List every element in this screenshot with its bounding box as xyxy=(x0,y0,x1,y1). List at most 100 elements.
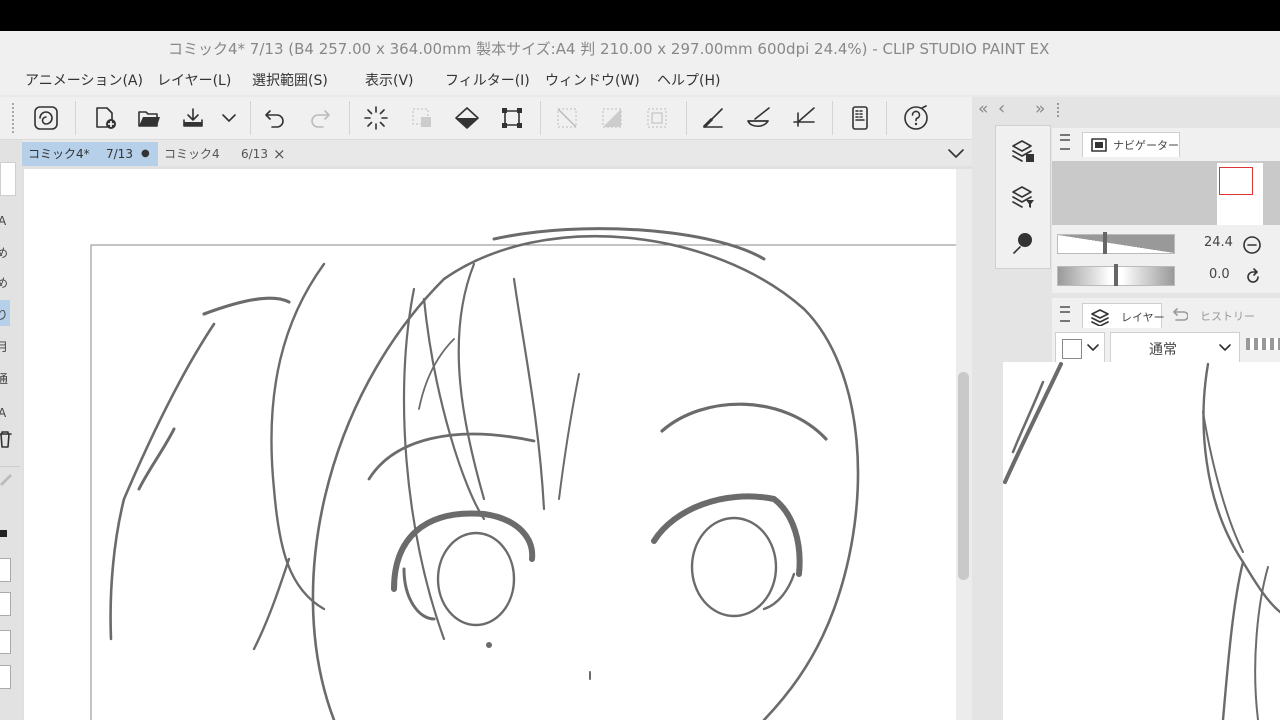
screen-top-bar xyxy=(0,0,1280,31)
zoom-out-icon[interactable] xyxy=(1242,235,1262,255)
unsaved-dot-icon: ● xyxy=(141,148,150,159)
blend-mode-value: 通常 xyxy=(1149,342,1177,358)
navigator-view-frame[interactable] xyxy=(1219,167,1253,195)
layer-panel: レイヤー ヒストリー 通常 xyxy=(1052,298,1280,364)
tab-list-chevron-icon[interactable] xyxy=(946,144,966,166)
menu-layer[interactable]: レイヤー(L) xyxy=(157,70,231,92)
selection-border-icon[interactable] xyxy=(640,101,674,135)
prev-icon[interactable]: ‹ xyxy=(998,98,1005,119)
rotation-slider-handle[interactable] xyxy=(1114,264,1118,286)
perspective-ruler-icon[interactable] xyxy=(787,101,821,135)
chevron-down-icon xyxy=(1219,344,1231,351)
clip-studio-icon[interactable] xyxy=(29,101,63,135)
menu-bar: アニメーション(A) レイヤー(L) 選択範囲(S) 表示(V) フィルター(I… xyxy=(0,67,1280,95)
toolbar-grip[interactable] xyxy=(12,103,18,133)
color-swatch[interactable] xyxy=(0,530,7,537)
navigator-icon xyxy=(1091,138,1107,152)
collapse-panels-icon[interactable]: « xyxy=(978,99,988,119)
tab-layer[interactable]: レイヤー xyxy=(1082,303,1165,328)
tab-comic4-modified[interactable]: コミック4* 7/13 ● xyxy=(22,142,158,166)
close-icon[interactable]: × xyxy=(273,142,286,166)
tool-label-tsuki: 月 xyxy=(0,340,9,354)
tool-label-a-2: A xyxy=(0,406,7,420)
blend-mode-dropdown[interactable]: 通常 xyxy=(1110,332,1240,364)
trash-icon[interactable] xyxy=(0,430,12,452)
menu-help[interactable]: ヘルプ(H) xyxy=(657,70,720,92)
document-tab-bar: コミック4* 7/13 ● コミック4 6/13 × xyxy=(22,140,972,166)
save-icon[interactable] xyxy=(176,101,210,135)
command-bar xyxy=(0,97,972,140)
device-icon[interactable] xyxy=(843,101,877,135)
rotation-value: 0.0 xyxy=(1209,267,1230,282)
zoom-value: 24.4 xyxy=(1204,235,1233,250)
rotation-slider[interactable] xyxy=(1057,264,1175,286)
tool-slot-2[interactable] xyxy=(0,558,11,582)
history-icon xyxy=(1173,308,1188,321)
zoom-slider-handle[interactable] xyxy=(1103,232,1107,254)
loading-icon[interactable] xyxy=(359,101,393,135)
tool-label-ri: り xyxy=(0,308,9,322)
tab-page: 7/13 xyxy=(106,147,133,161)
tool-slot-5[interactable] xyxy=(0,665,11,689)
tab-name: コミック4 xyxy=(164,147,220,161)
menu-filter[interactable]: フィルター(I) xyxy=(445,70,530,92)
tab-comic4[interactable]: コミック4 6/13 × xyxy=(158,142,294,166)
select-icon[interactable] xyxy=(405,101,439,135)
color-mode-dropdown[interactable] xyxy=(1055,332,1105,364)
tab-navigator[interactable]: ナビゲーター xyxy=(1082,132,1180,157)
tool-strip: A め め り 月 通 A xyxy=(0,140,22,720)
tab-history[interactable]: ヒストリー xyxy=(1162,303,1255,327)
panel-menu-icon[interactable] xyxy=(1060,134,1070,150)
sub-view-canvas[interactable] xyxy=(1003,362,1280,720)
redo-icon[interactable] xyxy=(303,101,337,135)
menu-window[interactable]: ウィンドウ(W) xyxy=(545,70,640,92)
layers-icon xyxy=(1091,309,1109,326)
layer-property-icon[interactable] xyxy=(1010,138,1036,168)
window-title: コミック4* 7/13 (B4 257.00 x 364.00mm 製本サイズ:… xyxy=(168,40,1050,58)
expand-panels-icon[interactable]: » xyxy=(1035,99,1045,119)
help-icon[interactable] xyxy=(899,101,933,135)
tool-slot-3[interactable] xyxy=(0,592,11,616)
navigator-panel: ナビゲーター 24.4 0.0 xyxy=(1052,128,1280,293)
layer-search-icon[interactable] xyxy=(1010,184,1036,214)
dock-grip[interactable] xyxy=(1057,103,1063,117)
snap-ruler-icon[interactable] xyxy=(742,101,776,135)
chevron-down-icon xyxy=(1087,344,1099,351)
panel-menu-icon[interactable] xyxy=(1060,306,1070,322)
menu-selection[interactable]: 選択範囲(S) xyxy=(252,70,328,92)
fill-icon[interactable] xyxy=(450,101,484,135)
scrollbar-thumb[interactable] xyxy=(958,372,969,580)
tab-label: ナビゲーター xyxy=(1113,139,1179,152)
tool-label-tsu: 通 xyxy=(0,372,9,386)
drawing-canvas[interactable] xyxy=(24,169,956,720)
transparency-icon[interactable] xyxy=(1246,338,1280,350)
chevron-down-icon[interactable] xyxy=(212,101,246,135)
window-title-bar: コミック4* 7/13 (B4 257.00 x 364.00mm 製本サイズ:… xyxy=(0,31,1280,67)
clear-selection-icon[interactable] xyxy=(550,101,584,135)
tab-page: 6/13 xyxy=(241,147,268,161)
zoom-slider[interactable] xyxy=(1057,232,1175,254)
tool-slot[interactable] xyxy=(0,162,16,196)
undo-icon[interactable] xyxy=(258,101,292,135)
new-page-icon[interactable] xyxy=(88,101,122,135)
transform-icon[interactable] xyxy=(495,101,529,135)
menu-animation[interactable]: アニメーション(A) xyxy=(25,70,143,92)
navigator-preview[interactable] xyxy=(1052,161,1280,225)
sketch-drawing xyxy=(90,227,956,720)
tool-label-me: め xyxy=(0,246,9,260)
navigator-thumbnail xyxy=(1217,163,1263,225)
sub-tool-detail-icon[interactable] xyxy=(1010,230,1036,260)
tool-slot-4[interactable] xyxy=(0,630,11,654)
panel-icon-column xyxy=(995,125,1051,269)
reset-rotation-icon[interactable] xyxy=(1243,267,1263,287)
sub-view-sketch xyxy=(1003,362,1280,720)
tab-label: レイヤー xyxy=(1121,311,1165,324)
tab-name: コミック4* xyxy=(28,147,90,161)
menu-view[interactable]: 表示(V) xyxy=(365,70,414,92)
invert-selection-icon[interactable] xyxy=(595,101,629,135)
panel-dock-header: « ‹ » xyxy=(975,97,1280,123)
open-folder-icon[interactable] xyxy=(132,101,166,135)
ruler-icon[interactable] xyxy=(696,101,730,135)
pen-icon[interactable] xyxy=(0,470,14,490)
tool-label-a: A xyxy=(0,214,7,228)
